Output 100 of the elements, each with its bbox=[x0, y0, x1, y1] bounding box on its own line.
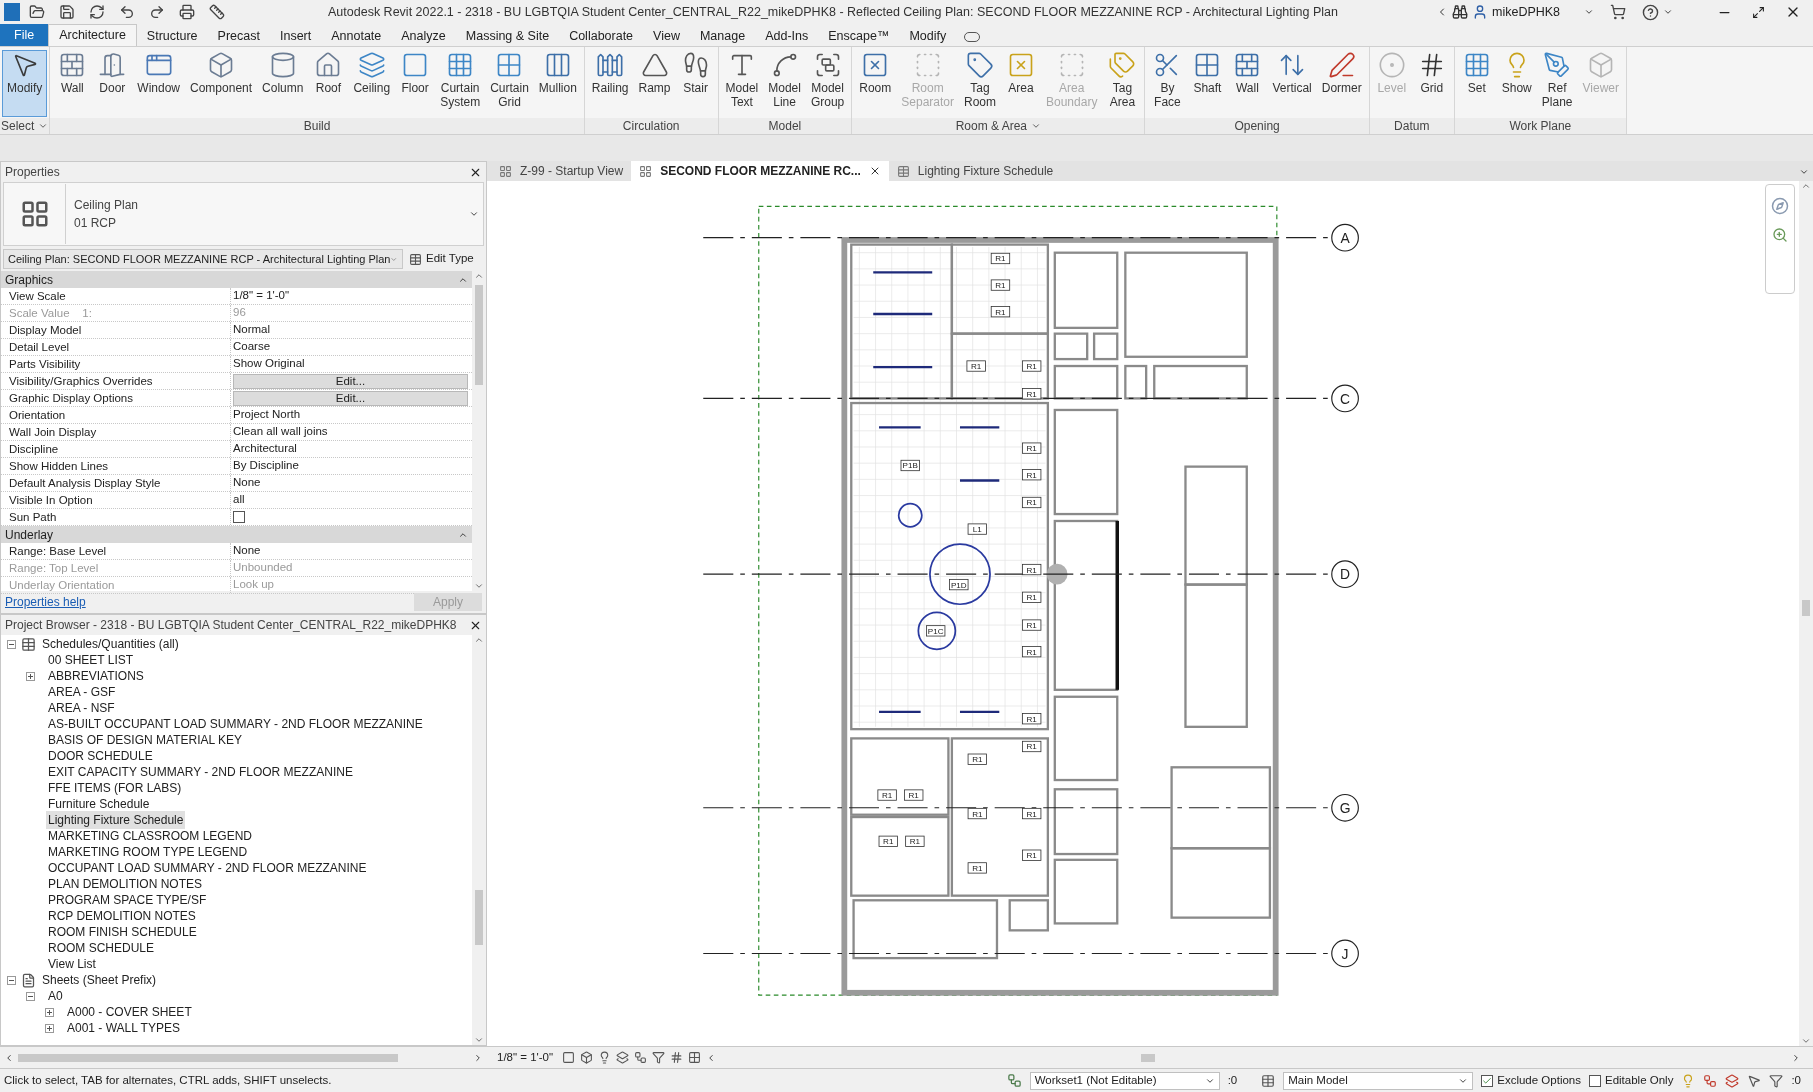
undo-icon[interactable] bbox=[119, 4, 135, 20]
ribbon-tool-button[interactable]: Model Group bbox=[805, 50, 850, 118]
scrollbar[interactable] bbox=[472, 635, 486, 1045]
tree-item[interactable]: AREA - GSF bbox=[46, 683, 118, 701]
panel-label[interactable]: Room & Area bbox=[955, 117, 1027, 135]
ribbon-tab[interactable]: Annotate bbox=[321, 26, 392, 46]
user-name[interactable]: mikeDPHK8 bbox=[1492, 2, 1580, 22]
tree-item[interactable]: FFE ITEMS (FOR LABS) bbox=[46, 779, 184, 797]
ribbon-tool-button[interactable]: By Face bbox=[1147, 50, 1188, 118]
document-tab[interactable]: Lighting Fixture Schedule bbox=[888, 161, 1062, 181]
property-value[interactable]: Normal bbox=[233, 321, 271, 339]
ribbon-tool-button[interactable]: Wall bbox=[1227, 50, 1268, 118]
expand-box-icon[interactable] bbox=[45, 1023, 54, 1033]
scroll-up-icon[interactable] bbox=[474, 271, 484, 281]
tab-menu-icon[interactable] bbox=[1799, 167, 1809, 177]
ribbon-tab[interactable]: Structure bbox=[136, 26, 208, 46]
collapse-box-icon[interactable] bbox=[26, 991, 35, 1001]
restore-icon[interactable] bbox=[1752, 5, 1765, 19]
ribbon-tab[interactable]: View bbox=[643, 26, 690, 46]
document-tab-label[interactable]: Lighting Fixture Schedule bbox=[917, 162, 1054, 180]
filter-icon[interactable] bbox=[1769, 1073, 1784, 1088]
caret-icon[interactable] bbox=[1663, 7, 1673, 17]
help-icon[interactable] bbox=[1642, 3, 1659, 21]
edit-button[interactable]: Edit... bbox=[233, 390, 468, 406]
design-options-icon[interactable] bbox=[1261, 1073, 1276, 1088]
redo-icon[interactable] bbox=[149, 4, 165, 20]
filter-icon[interactable] bbox=[652, 1051, 666, 1064]
ribbon-tool-button[interactable]: Roof bbox=[308, 50, 349, 118]
visual-style-icon[interactable] bbox=[580, 1051, 594, 1064]
property-value[interactable]: Show Original bbox=[233, 355, 305, 373]
ribbon-tool-button[interactable]: Dormer bbox=[1316, 50, 1367, 118]
zoom-icon[interactable] bbox=[1772, 227, 1788, 243]
compass-icon[interactable] bbox=[1771, 197, 1789, 215]
layers-icon[interactable] bbox=[1725, 1073, 1740, 1088]
collapse-box-icon[interactable] bbox=[7, 639, 16, 649]
hide-icon[interactable] bbox=[670, 1051, 684, 1064]
shadows-icon[interactable] bbox=[616, 1051, 630, 1064]
ribbon-tab[interactable]: File bbox=[0, 24, 49, 46]
print-icon[interactable] bbox=[179, 4, 195, 20]
ribbon-tool-button[interactable]: Door bbox=[92, 50, 133, 118]
scrollbar-thumb[interactable] bbox=[475, 285, 483, 385]
tree-item[interactable]: EXIT CAPACITY SUMMARY - 2ND FLOOR MEZZANINE bbox=[46, 763, 355, 781]
scroll-down-icon[interactable] bbox=[474, 581, 484, 591]
scroll-down-icon[interactable] bbox=[474, 1035, 484, 1045]
property-value[interactable]: 1/8" = 1'-0" bbox=[233, 287, 290, 305]
cursor-icon[interactable] bbox=[1747, 1073, 1762, 1088]
ribbon-tab[interactable]: Modify bbox=[899, 26, 957, 46]
scroll-right-icon[interactable] bbox=[473, 1052, 483, 1063]
ribbon-tool-button[interactable]: Wall bbox=[52, 50, 93, 118]
temp-hide-icon[interactable] bbox=[688, 1051, 702, 1064]
scroll-up-icon[interactable] bbox=[1801, 181, 1811, 191]
binoculars-icon[interactable] bbox=[1452, 4, 1468, 20]
ruler-icon[interactable] bbox=[209, 4, 225, 20]
user-icon[interactable] bbox=[1472, 4, 1488, 20]
tree-item[interactable]: MARKETING CLASSROOM LEGEND bbox=[46, 827, 255, 845]
ribbon-tab[interactable]: Manage bbox=[689, 26, 756, 46]
scrollbar-thumb[interactable] bbox=[1802, 600, 1810, 616]
document-tab[interactable]: Z-99 - Startup View bbox=[491, 161, 632, 181]
ribbon-tool-button[interactable]: Floor bbox=[395, 50, 436, 118]
ribbon-tool-button[interactable]: Vertical bbox=[1267, 50, 1317, 118]
document-tab[interactable]: SECOND FLOOR MEZZANINE RC... bbox=[631, 161, 889, 181]
ribbon-tool-button[interactable]: Component bbox=[185, 50, 258, 118]
ribbon-tab[interactable]: Massing & Site bbox=[455, 26, 560, 46]
exclude-options-checkbox[interactable]: Exclude Options bbox=[1481, 1071, 1581, 1090]
links-icon[interactable] bbox=[1703, 1073, 1718, 1088]
ribbon-tool-button[interactable]: Model Text bbox=[720, 50, 764, 118]
scroll-left-icon[interactable] bbox=[4, 1052, 14, 1063]
ribbon-tool-button[interactable]: Tag Room bbox=[959, 50, 1001, 118]
tree-item[interactable]: Lighting Fixture Schedule bbox=[46, 811, 186, 829]
ribbon-tool-button[interactable]: Railing bbox=[586, 50, 634, 118]
ribbon-tool-button[interactable]: Ceiling bbox=[348, 50, 396, 118]
panel-title-bar[interactable]: Room & Area bbox=[852, 118, 1145, 134]
navigation-bar[interactable] bbox=[1765, 184, 1795, 294]
tree-item[interactable]: View List bbox=[46, 955, 98, 973]
panel-title-bar[interactable]: Select bbox=[0, 118, 50, 134]
ribbon-tool-button[interactable]: Room bbox=[854, 50, 897, 118]
scrollbar-thumb[interactable] bbox=[475, 890, 483, 945]
ribbon-tab[interactable]: Analyze bbox=[391, 26, 456, 46]
workset-dropdown[interactable]: Workset1 (Not Editable) bbox=[1029, 1071, 1220, 1090]
tree-item[interactable]: Schedules/Quantities (all) bbox=[40, 635, 181, 653]
tree-item[interactable]: DOOR SCHEDULE bbox=[46, 747, 155, 765]
tree-item[interactable]: OCCUPANT LOAD SUMMARY - 2ND FLOOR MEZZANINE bbox=[46, 859, 369, 877]
cart-icon[interactable] bbox=[1610, 4, 1626, 20]
property-value[interactable]: Architectural bbox=[233, 440, 297, 458]
open-folder-icon[interactable] bbox=[29, 4, 45, 20]
scrollbar[interactable] bbox=[1799, 181, 1813, 1046]
tree-item[interactable]: AREA - NSF bbox=[46, 699, 117, 717]
ribbon-tool-button[interactable]: Mullion bbox=[533, 50, 582, 118]
crop-icon[interactable] bbox=[634, 1051, 648, 1064]
ribbon-tool-button[interactable]: Shaft bbox=[1187, 50, 1228, 118]
ribbon-tool-button[interactable]: Window bbox=[132, 50, 186, 118]
ribbon-tool-button[interactable]: Grid bbox=[1411, 50, 1452, 118]
scroll-down-icon[interactable] bbox=[1801, 1036, 1811, 1046]
scrollbar-thumb[interactable] bbox=[18, 1053, 398, 1062]
tree-item[interactable]: MARKETING ROOM TYPE LEGEND bbox=[46, 843, 250, 861]
tree-item[interactable]: A000 - COVER SHEET bbox=[65, 1003, 194, 1021]
property-value[interactable]: Coarse bbox=[233, 338, 271, 356]
expand-box-icon[interactable] bbox=[26, 671, 35, 681]
edit-type-button[interactable]: Edit Type bbox=[407, 250, 476, 268]
panel-label[interactable]: Select bbox=[1, 117, 35, 135]
